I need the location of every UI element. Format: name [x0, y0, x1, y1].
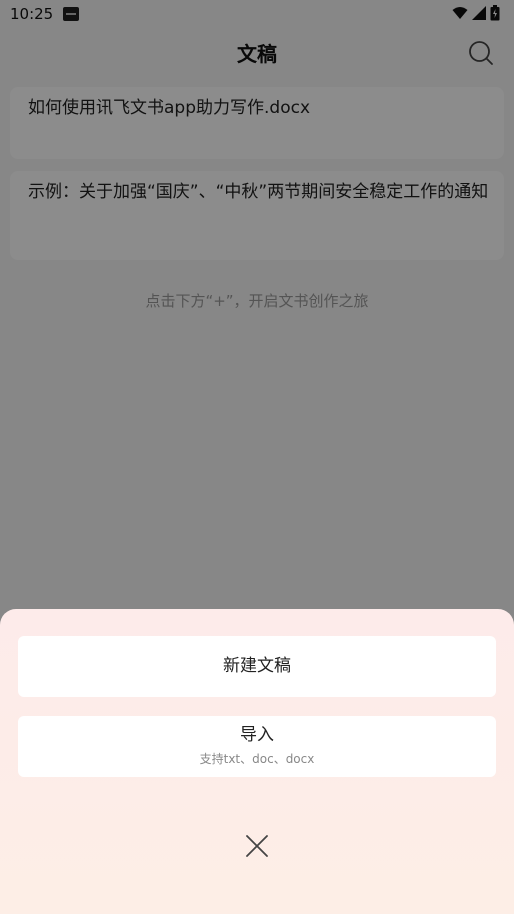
bottom-sheet: 新建文稿 导入 支持txt、doc、docx	[0, 609, 514, 914]
import-format-hint: 支持txt、doc、docx	[199, 752, 315, 766]
close-icon[interactable]	[244, 833, 270, 859]
import-button[interactable]: 导入 支持txt、doc、docx	[18, 716, 496, 777]
new-document-button[interactable]: 新建文稿	[18, 636, 496, 697]
import-label: 导入	[240, 725, 274, 745]
